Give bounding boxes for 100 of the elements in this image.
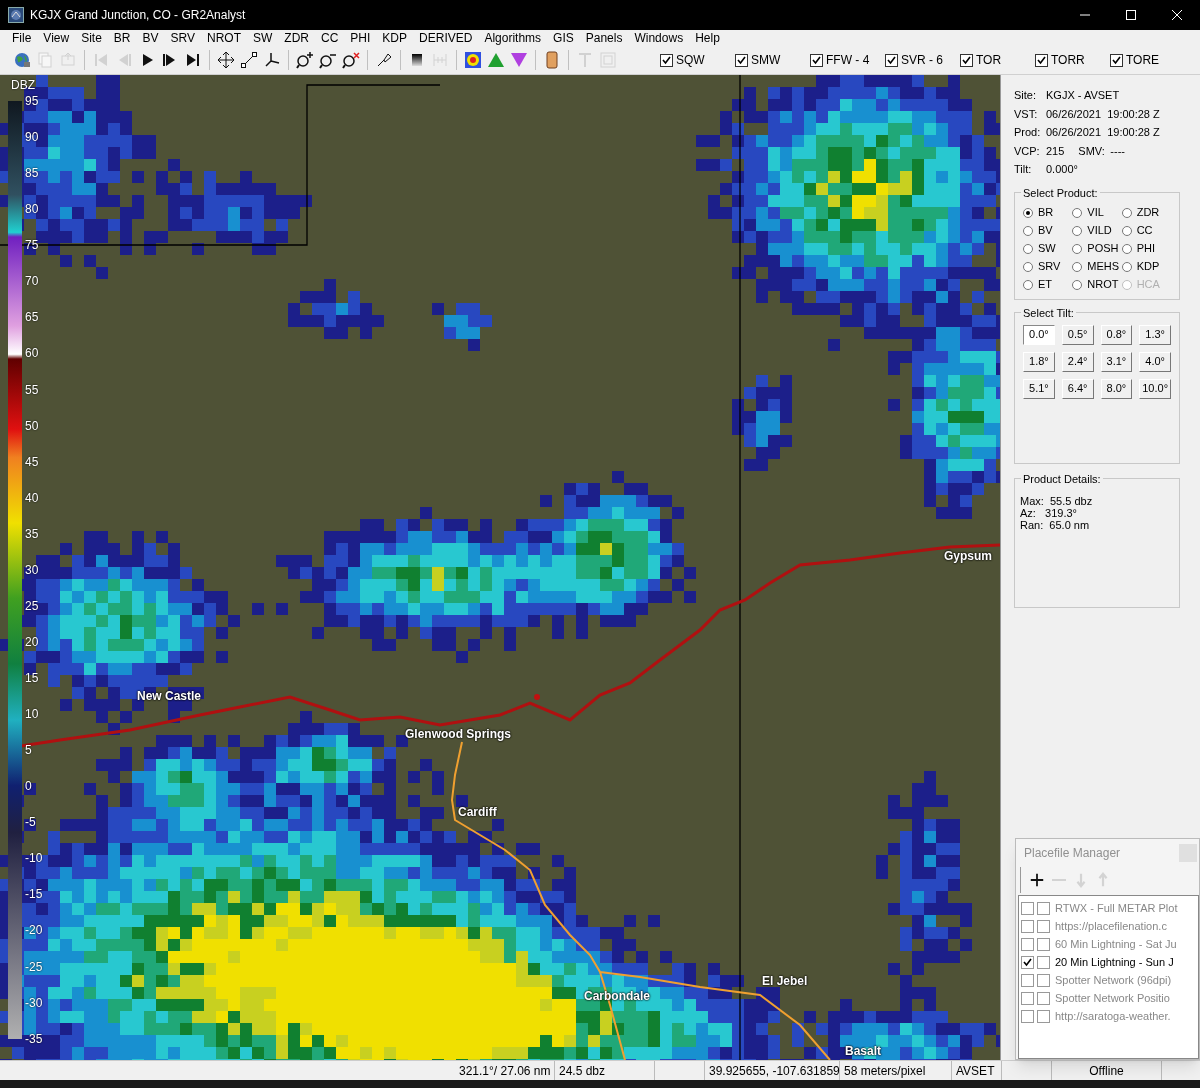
radio-button[interactable] bbox=[1121, 243, 1132, 254]
scale-tick-label: 30 bbox=[25, 563, 40, 576]
checkbox[interactable] bbox=[1037, 901, 1050, 915]
toolbar-button[interactable] bbox=[216, 49, 236, 71]
checkbox[interactable] bbox=[1021, 919, 1034, 933]
menu-item[interactable]: Algorithms bbox=[478, 30, 548, 46]
status-text: AVSET bbox=[956, 1062, 995, 1080]
checkbox[interactable] bbox=[1037, 973, 1050, 987]
tan-square-icon bbox=[543, 51, 561, 69]
radio-label: NROT bbox=[1087, 277, 1119, 293]
radio-button[interactable] bbox=[1023, 261, 1033, 272]
radio-button[interactable] bbox=[1121, 261, 1132, 272]
menu-item[interactable]: Site bbox=[75, 30, 108, 46]
status-text: 321.1°/ 27.06 nm bbox=[459, 1062, 551, 1080]
checkbox[interactable] bbox=[1110, 53, 1123, 67]
radio-button[interactable] bbox=[1121, 225, 1132, 236]
tilt-button[interactable]: 1.8° bbox=[1023, 351, 1055, 372]
scale-tick-label: 15 bbox=[25, 672, 40, 684]
checkbox[interactable] bbox=[960, 53, 973, 67]
tilt-button[interactable]: 5.1° bbox=[1023, 378, 1055, 399]
radio-button[interactable] bbox=[1072, 243, 1083, 254]
checkbox[interactable] bbox=[1021, 973, 1034, 987]
checkbox[interactable] bbox=[1037, 919, 1050, 933]
placefile-name[interactable]: RTWX - Full METAR Plot bbox=[1055, 899, 1178, 917]
tilt-button[interactable]: 1.3° bbox=[1139, 324, 1171, 345]
info-label: Site: bbox=[1014, 88, 1037, 103]
checkbox[interactable] bbox=[885, 53, 898, 67]
radio-button[interactable] bbox=[1072, 279, 1083, 290]
checkbox[interactable] bbox=[1021, 901, 1034, 915]
radio-button[interactable] bbox=[1121, 207, 1132, 218]
toolbar-button[interactable] bbox=[239, 49, 259, 71]
menu-item[interactable]: Windows bbox=[628, 30, 690, 46]
placefile-name[interactable]: 60 Min Lightning - Sat Ju bbox=[1055, 935, 1177, 953]
menu-item[interactable]: SRV bbox=[164, 30, 201, 46]
tilt-button[interactable]: 0.0° bbox=[1023, 324, 1055, 345]
checkbox[interactable] bbox=[1021, 955, 1034, 969]
placefile-name[interactable]: Spotter Network Positio bbox=[1055, 989, 1170, 1007]
radio-button[interactable] bbox=[1072, 225, 1083, 236]
menu-item[interactable]: SW bbox=[247, 30, 279, 46]
status-text: 39.925655, -107.631859 bbox=[709, 1062, 840, 1080]
status-text: 58 meters/pixel bbox=[844, 1062, 926, 1080]
radio-button[interactable] bbox=[1023, 243, 1033, 254]
scale-tick-label: 80 bbox=[25, 203, 40, 216]
checkbox[interactable] bbox=[810, 53, 823, 67]
checkbox[interactable] bbox=[1037, 991, 1050, 1005]
tilt-button[interactable]: 0.5° bbox=[1061, 324, 1094, 345]
radio-button[interactable] bbox=[1072, 261, 1083, 272]
menu-item[interactable]: Help bbox=[689, 30, 726, 46]
checkbox[interactable] bbox=[735, 53, 748, 67]
menu-item[interactable]: View bbox=[37, 30, 76, 46]
checkbox[interactable] bbox=[660, 53, 673, 67]
menu-item[interactable]: ZDR bbox=[278, 30, 315, 46]
checkbox[interactable] bbox=[1021, 1009, 1034, 1023]
tilt-button[interactable]: 8.0° bbox=[1100, 378, 1133, 399]
tilt-button[interactable]: 2.4° bbox=[1061, 351, 1094, 372]
tilt-button[interactable]: 4.0° bbox=[1139, 351, 1171, 372]
menu-item[interactable]: File bbox=[6, 30, 38, 46]
checkbox[interactable] bbox=[1037, 955, 1050, 969]
menu-item[interactable]: Panels bbox=[579, 30, 629, 46]
placefile-name[interactable]: http://saratoga-weather. bbox=[1055, 1007, 1171, 1025]
checkbox[interactable] bbox=[1021, 991, 1034, 1005]
radio-button[interactable] bbox=[1023, 279, 1033, 290]
toolbar-button[interactable] bbox=[341, 49, 361, 71]
scale-tick-label: 40 bbox=[25, 491, 40, 504]
tilt-button[interactable]: 10.0° bbox=[1139, 378, 1171, 399]
menu-item[interactable]: GIS bbox=[547, 30, 580, 46]
place-label: El Jebel bbox=[762, 973, 808, 990]
menu-item[interactable]: DERIVED bbox=[413, 30, 479, 46]
tilt-button[interactable]: 6.4° bbox=[1061, 378, 1094, 399]
checkbox[interactable] bbox=[1037, 937, 1050, 951]
menu-item[interactable]: CC bbox=[315, 30, 345, 46]
radio-button[interactable] bbox=[1023, 207, 1033, 218]
place-label: Gypsum bbox=[944, 548, 992, 565]
tilt-button[interactable]: 0.8° bbox=[1100, 324, 1133, 345]
radio-label: SRV bbox=[1038, 259, 1061, 275]
tilt-button[interactable]: 3.1° bbox=[1100, 351, 1133, 372]
radio-button[interactable] bbox=[1072, 207, 1083, 218]
scale-tick-label: 5 bbox=[25, 744, 33, 757]
placefile-name[interactable]: 20 Min Lightning - Sun J bbox=[1055, 953, 1174, 971]
checkbox[interactable] bbox=[1035, 53, 1048, 67]
placefile-name[interactable]: Spotter Network (96dpi) bbox=[1055, 971, 1172, 989]
checkbox-label: SMW bbox=[751, 52, 781, 69]
place-label: Cardiff bbox=[458, 804, 497, 821]
checkbox[interactable] bbox=[1021, 937, 1034, 951]
menu-item[interactable]: PHI bbox=[344, 30, 377, 46]
place-label: Basalt bbox=[845, 1043, 882, 1060]
scale-tick-label: 60 bbox=[25, 347, 40, 360]
menu-item[interactable]: KDP bbox=[376, 30, 414, 46]
menu-item[interactable]: BR bbox=[107, 30, 137, 46]
radio-button[interactable] bbox=[1023, 225, 1033, 236]
place-label: Glenwood Springs bbox=[405, 726, 511, 743]
checkbox[interactable] bbox=[1037, 1009, 1050, 1023]
menu-item[interactable]: BV bbox=[136, 30, 165, 46]
close-icon bbox=[1172, 10, 1182, 20]
placefile-name[interactable]: https://placefilenation.c bbox=[1055, 917, 1167, 935]
text-icon bbox=[576, 51, 594, 69]
menu-item[interactable]: NROT bbox=[201, 30, 247, 46]
toolbar-button[interactable] bbox=[295, 49, 315, 71]
radio-label: CC bbox=[1136, 223, 1153, 239]
tool-button[interactable] bbox=[1029, 871, 1045, 889]
